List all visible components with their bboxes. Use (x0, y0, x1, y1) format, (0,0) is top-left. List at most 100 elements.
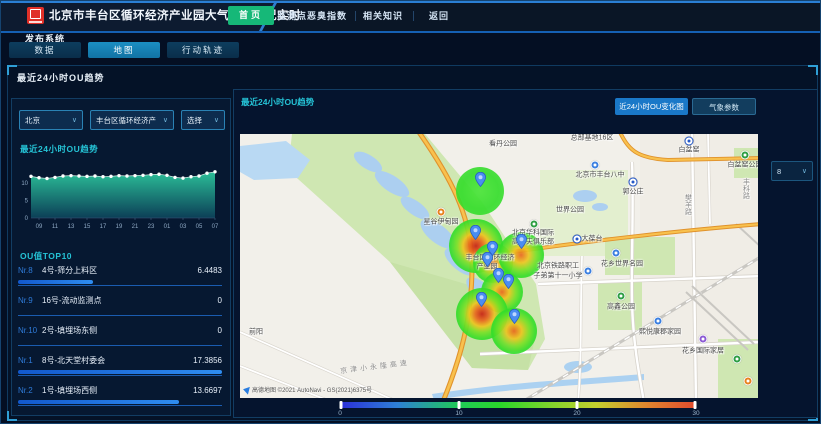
svg-text:5: 5 (25, 199, 29, 205)
map-label: 熙悦康郡家园 (639, 329, 681, 336)
top-accent-line (1, 1, 820, 3)
map-label: 花乡世界名园 (601, 261, 643, 268)
hour-select-value: 8 (777, 167, 781, 176)
weather-params-button[interactable]: 气象参数 (692, 98, 756, 115)
orange-poi-icon (437, 208, 446, 217)
legend-marker (340, 401, 343, 409)
ou-value: 17.3856 (193, 356, 222, 365)
legend-marker (457, 401, 460, 409)
nav-item-odor-index[interactable]: 监测点恶臭指数 (277, 1, 347, 31)
svg-text:19: 19 (116, 224, 123, 230)
ou-change-map-button[interactable]: 近24小时OU变化图 (615, 98, 688, 115)
city-select[interactable]: 北京 ∨ (19, 110, 83, 130)
blue-poi-icon (591, 161, 600, 170)
map-label: 北京铁路职工 (537, 263, 579, 270)
app-logo-inner (30, 9, 41, 19)
nav-separator (355, 11, 356, 21)
map-label: 花乡国际家居 (682, 348, 724, 355)
map-label: 白盆窑 (679, 147, 700, 154)
map-pin-icon[interactable] (482, 252, 493, 272)
legend-tick: 20 (573, 410, 580, 417)
map-attribution: 高德地图 ©2021 AutoNavi - GS(2021)6375号 (243, 385, 372, 394)
map-pin-icon[interactable] (509, 309, 520, 329)
map-pin-icon[interactable] (516, 234, 527, 254)
svg-text:03: 03 (180, 224, 187, 230)
top-list-item: Nr.18号-北天堂村委会17.3856 (18, 355, 222, 376)
chevron-down-icon: ∨ (214, 116, 219, 124)
rank-label: Nr.2 (18, 386, 42, 395)
blue-poi-icon (612, 249, 621, 258)
map-label: 郭公庄 (623, 189, 644, 196)
green-poi-icon (617, 292, 626, 301)
map-pin-icon[interactable] (476, 292, 487, 312)
top-list-item: Nr.84号-筛分上料区6.4483 (18, 265, 222, 286)
orange-poi-icon (744, 377, 753, 386)
trend-chart: 0510091113151719212301030507 (15, 154, 223, 238)
progress-fill (18, 370, 222, 374)
map-canvas[interactable]: 看丹公园总部基地16区白盆窑白盆窑公园北京市丰台八中郭公庄星谷伊甸园世界公园大葆… (240, 134, 758, 398)
map-label: 子弟第十一小学 (534, 273, 583, 280)
map-label: 高鑫公园 (607, 304, 635, 311)
progress-track (18, 370, 222, 376)
top-list-title: OU值TOP10 (20, 250, 72, 262)
map-label: 星谷伊甸园 (424, 219, 459, 226)
legend-tick: 0 (338, 410, 342, 417)
site-select[interactable]: 选择 ∨ (181, 110, 225, 130)
tab-map[interactable]: 地图 (88, 42, 160, 58)
legend-marker (576, 401, 579, 409)
park-select-value: 丰台区循环经济产 (96, 115, 156, 126)
map-label: 北京市丰台八中 (576, 172, 625, 179)
svg-text:13: 13 (68, 224, 75, 230)
site-name: 4号-筛分上料区 (42, 265, 198, 276)
svg-text:17: 17 (100, 224, 107, 230)
green-poi-icon (741, 151, 750, 160)
svg-text:09: 09 (36, 224, 43, 230)
nav-item-knowledge[interactable]: 相关知识 (363, 1, 403, 31)
map-label: 看丹公园 (489, 141, 517, 148)
tab-track[interactable]: 行动轨迹 (167, 42, 239, 58)
map-panel-title: 最近24小时OU趋势 (241, 96, 314, 108)
top-list-item: Nr.102号-填埋场东侧0 (18, 325, 222, 346)
panel-corner (808, 65, 818, 75)
map-panel: 最近24小时OU趋势 近24小时OU变化图 气象参数 8 ∨ (233, 89, 818, 418)
svg-text:23: 23 (148, 224, 155, 230)
map-label: 樊羊路 (685, 194, 692, 215)
tab-data[interactable]: 数据 (9, 42, 81, 58)
blue-poi-icon (654, 317, 663, 326)
nav-item-back[interactable]: 返回 (429, 1, 449, 31)
autonavi-logo-icon (242, 385, 250, 394)
progress-track (18, 400, 222, 406)
map-pin-icon[interactable] (470, 225, 481, 245)
hour-select[interactable]: 8 ∨ (771, 161, 813, 181)
svg-text:11: 11 (52, 224, 59, 230)
app-logo-icon (27, 7, 44, 24)
map-pin-icon[interactable] (475, 172, 486, 192)
nav-separator (413, 11, 414, 21)
legend-marker (694, 401, 697, 409)
site-name: 16号-流动监测点 (42, 295, 218, 306)
chevron-down-icon: ∨ (72, 116, 77, 124)
map-label: 大葆台 (582, 236, 603, 243)
site-name: 8号-北天堂村委会 (42, 355, 193, 366)
panel-corner (7, 65, 17, 75)
nav-item-home[interactable]: 首页 (228, 6, 274, 25)
site-select-value: 选择 (187, 115, 202, 126)
attribution-text: 高德地图 ©2021 AutoNavi - GS(2021)6375号 (252, 385, 372, 394)
progress-track (18, 310, 222, 316)
top-list: Nr.84号-筛分上料区6.4483 Nr.916号-流动监测点0 Nr.102号-… (18, 265, 222, 415)
green-poi-icon (733, 355, 742, 364)
svg-text:21: 21 (132, 224, 139, 230)
progress-fill (18, 400, 179, 404)
map-label: 总部基地16区 (571, 135, 614, 142)
map-label: 世界公园 (556, 207, 584, 214)
site-name: 1号-填埋场西侧 (42, 385, 193, 396)
app-logo-bar (29, 21, 42, 23)
top-list-item: Nr.916号-流动监测点0 (18, 295, 222, 316)
ou-value: 6.4483 (198, 266, 222, 275)
ou-value: 0 (218, 326, 222, 335)
purple-poi-icon (699, 335, 708, 344)
svg-text:05: 05 (196, 224, 203, 230)
park-select[interactable]: 丰台区循环经济产 ∨ (90, 110, 174, 130)
ou-color-legend (340, 402, 696, 408)
map-pin-icon[interactable] (503, 274, 514, 294)
